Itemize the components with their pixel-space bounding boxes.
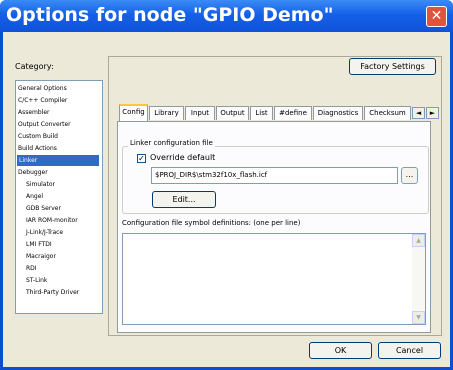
override-default-label: Override default	[150, 153, 216, 162]
edit-button[interactable]: Edit...	[152, 191, 216, 208]
title-bar[interactable]: Options for node "GPIO Demo" ✕	[0, 0, 453, 32]
category-item[interactable]: Debugger	[18, 167, 48, 178]
browse-button[interactable]: ...	[401, 167, 418, 184]
config-file-path-input[interactable]: $PROJ_DIR$\stm32f10x_flash.icf	[151, 167, 398, 184]
arrow-up-icon: ▲	[416, 237, 421, 244]
category-item[interactable]: Assembler	[18, 107, 50, 118]
arrow-right-icon: ►	[429, 109, 436, 117]
override-default-checkbox[interactable]: ✓	[137, 154, 146, 163]
category-item[interactable]: Macraigor	[26, 251, 56, 262]
tab-config[interactable]: Config	[119, 104, 148, 121]
symbol-defs-label: Configuration file symbol definitions: (…	[122, 219, 301, 227]
category-item[interactable]: GDB Server	[26, 203, 61, 214]
checkmark-icon: ✓	[138, 154, 145, 163]
tab-diagnostics[interactable]: Diagnostics	[313, 106, 363, 120]
category-list[interactable]: General Options C/C++ Compiler Assembler Ou…	[15, 80, 103, 314]
tab-library[interactable]: Library	[149, 106, 184, 120]
category-item[interactable]: LMI FTDI	[26, 239, 52, 250]
linker-config-group-title: Linker configuration file	[128, 139, 215, 147]
category-item[interactable]: Build Actions	[18, 143, 57, 154]
category-item[interactable]: Angel	[26, 191, 43, 202]
scroll-up-button[interactable]: ▲	[412, 234, 425, 247]
factory-settings-button[interactable]: Factory Settings	[349, 58, 436, 75]
category-label: Category:	[15, 62, 54, 71]
tab-output[interactable]: Output	[216, 106, 249, 120]
category-item[interactable]: IAR ROM-monitor	[26, 215, 78, 226]
category-item[interactable]: J-Link/J-Trace	[26, 227, 63, 238]
category-item[interactable]: C/C++ Compiler	[18, 95, 67, 106]
symbol-defs-textarea[interactable]: ▲ ▼	[122, 233, 426, 325]
scroll-down-button[interactable]: ▼	[412, 311, 425, 324]
category-item[interactable]: Output Converter	[18, 119, 71, 130]
tab-scroll: ◄ ►	[412, 107, 440, 119]
tab-list[interactable]: List	[250, 106, 273, 120]
category-item[interactable]: RDI	[26, 263, 37, 274]
tab-scroll-right-button[interactable]: ►	[426, 107, 439, 119]
arrow-down-icon: ▼	[416, 314, 421, 321]
category-item[interactable]: General Options	[18, 83, 67, 94]
category-item[interactable]: Custom Build	[18, 131, 58, 142]
close-icon: ✕	[430, 8, 443, 24]
vertical-scrollbar[interactable]: ▲ ▼	[412, 234, 425, 324]
tab-input[interactable]: Input	[185, 106, 215, 120]
category-item[interactable]: Linker	[16, 154, 100, 167]
category-item[interactable]: ST-Link	[26, 275, 47, 286]
window-title: Options for node "GPIO Demo"	[6, 4, 334, 26]
cancel-button[interactable]: Cancel	[378, 342, 441, 359]
category-item[interactable]: Third-Party Driver	[26, 287, 79, 298]
close-button[interactable]: ✕	[426, 6, 447, 27]
arrow-left-icon: ◄	[415, 109, 422, 117]
tab-checksum[interactable]: Checksum	[364, 106, 411, 120]
category-item[interactable]: Simulator	[26, 179, 55, 190]
tab-define[interactable]: #define	[274, 106, 312, 120]
tab-scroll-left-button[interactable]: ◄	[412, 107, 425, 119]
ok-button[interactable]: OK	[309, 342, 372, 359]
